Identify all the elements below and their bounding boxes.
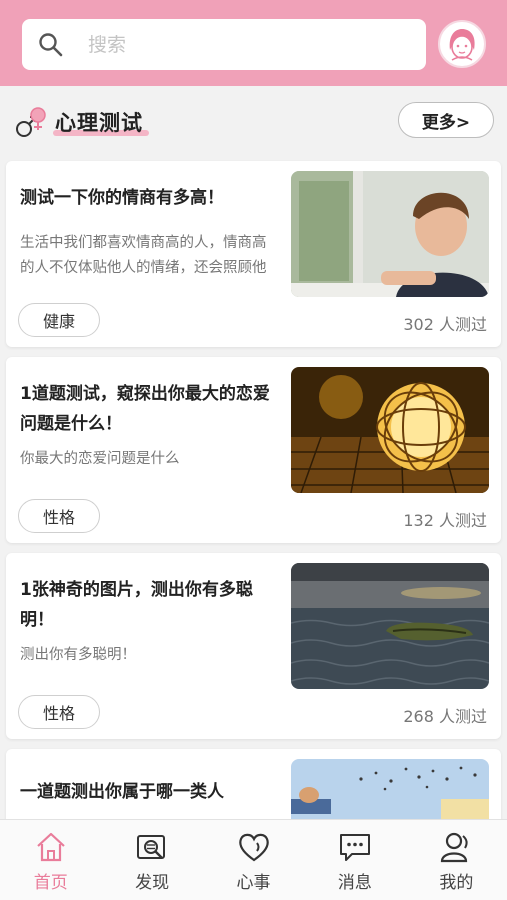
card-title: 测试一下你的情商有多高！ [20, 188, 224, 208]
card-description: 生活中我们都喜欢情商高的人，情商高的人不仅体贴他人的情绪，还会照顾他人的感受 [20, 235, 267, 276]
card-description: 测出你有多聪明！ [20, 647, 136, 663]
tab-label: 消息 [337, 873, 372, 893]
section-header: 心理测试 更多> [0, 96, 507, 152]
tab-home[interactable]: 首页 [0, 820, 101, 900]
profile-icon [441, 832, 468, 863]
card-count: 268 人测过 [403, 707, 487, 726]
search-icon [39, 32, 63, 56]
card-tag[interactable]: 性格 [18, 499, 100, 533]
card-count: 302 人测过 [403, 315, 487, 334]
tab-label: 我的 [439, 873, 474, 893]
search-bar[interactable] [22, 19, 426, 70]
tab-label: 心事 [236, 873, 271, 893]
test-card[interactable]: 测试一下你的情商有多高！ 生活中我们都喜欢情商高的人，情商高的人不仅体贴他人的情… [6, 161, 501, 347]
heart-icon [238, 833, 269, 862]
section-title: 心理测试 [55, 111, 143, 135]
card-tag[interactable]: 性格 [18, 695, 100, 729]
card-image-lamp [291, 367, 489, 493]
test-card[interactable]: 1道题测试，窥探出你最大的恋爱问题是什么！ 你最大的恋爱问题是什么 性格 132… [6, 357, 501, 543]
more-button[interactable]: 更多> [398, 102, 494, 138]
tab-discover[interactable]: 发现 [101, 820, 202, 900]
card-image-boy [291, 171, 489, 297]
gender-symbol-icon [16, 107, 46, 137]
card-image-sea [291, 563, 489, 689]
test-card[interactable]: 1张神奇的图片，测出你有多聪明！ 测出你有多聪明！ 性格 268 人测过 [6, 553, 501, 739]
top-header [0, 0, 507, 86]
avatar[interactable] [438, 20, 486, 68]
card-count: 132 人测过 [403, 511, 487, 530]
card-title: 1道题测试，窥探出你最大的恋爱问题是什么！ [20, 384, 270, 434]
tab-label: 首页 [33, 873, 68, 893]
message-icon [339, 834, 370, 861]
card-title: 一道题测出你属于哪一类人 [20, 782, 224, 802]
home-icon [36, 832, 65, 862]
discover-icon [137, 835, 166, 859]
avatar-icon [449, 29, 475, 61]
tab-profile[interactable]: 我的 [406, 820, 507, 900]
card-title: 1张神奇的图片，测出你有多聪明！ [20, 580, 253, 630]
tab-label: 发现 [135, 873, 170, 893]
card-tag[interactable]: 健康 [18, 303, 100, 337]
bottom-tab-bar: 首页 发现 心事 消息 我的 [0, 819, 507, 900]
card-description: 你最大的恋爱问题是什么 [20, 451, 180, 467]
tab-messages[interactable]: 消息 [304, 820, 405, 900]
tab-heart[interactable]: 心事 [203, 820, 304, 900]
search-input[interactable] [88, 33, 368, 56]
